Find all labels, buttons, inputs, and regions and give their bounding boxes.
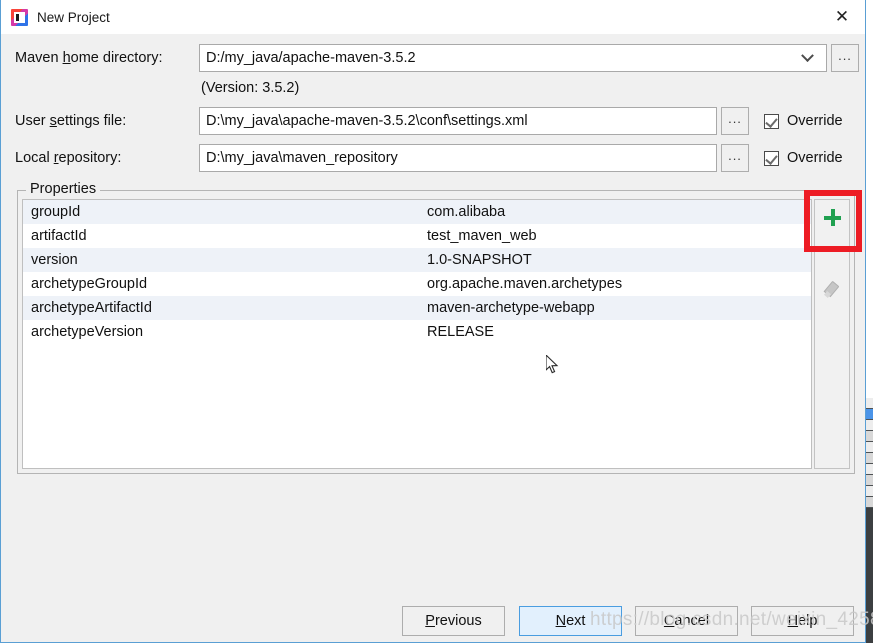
property-key: archetypeVersion xyxy=(31,324,144,340)
add-property-button[interactable] xyxy=(815,200,849,234)
chevron-down-icon[interactable] xyxy=(794,45,820,71)
local-repository-label: Local repository: xyxy=(15,150,122,166)
local-repository-override-label: Override xyxy=(787,150,843,166)
properties-toolbar xyxy=(814,199,850,469)
maven-home-value: D:/my_java/apache-maven-3.5.2 xyxy=(206,50,416,66)
background-row xyxy=(865,464,873,475)
user-settings-override-checkbox[interactable]: Override xyxy=(764,113,843,129)
edit-property-button[interactable] xyxy=(815,272,849,306)
local-repository-value: D:\my_java\maven_repository xyxy=(206,150,398,166)
background-row xyxy=(865,409,873,420)
maven-version-note: (Version: 3.5.2) xyxy=(201,80,300,96)
table-row[interactable]: groupId com.alibaba xyxy=(23,200,811,224)
properties-table[interactable]: groupId com.alibaba artifactId test_mave… xyxy=(22,199,812,469)
properties-legend: Properties xyxy=(26,181,101,197)
user-settings-input[interactable]: D:\my_java\apache-maven-3.5.2\conf\setti… xyxy=(199,107,717,135)
checkbox-checked-icon[interactable] xyxy=(764,150,779,166)
property-value: test_maven_web xyxy=(427,228,537,244)
local-repository-label-row: Local repository: xyxy=(15,144,121,172)
user-settings-label-row: User settings file: xyxy=(15,107,126,135)
next-button-label: Next xyxy=(555,613,586,629)
table-row[interactable]: archetypeVersion RELEASE xyxy=(23,320,811,344)
property-value: org.apache.maven.archetypes xyxy=(427,276,623,292)
table-row[interactable]: archetypeArtifactId maven-archetype-weba… xyxy=(23,296,811,320)
title-bar: New Project ✕ xyxy=(1,0,865,34)
previous-button-label: Previous xyxy=(425,613,482,629)
mouse-cursor xyxy=(546,355,559,374)
property-value: RELEASE xyxy=(427,324,494,340)
maven-home-label: Maven home directory: xyxy=(15,50,163,66)
plus-icon xyxy=(823,208,841,226)
window-title: New Project xyxy=(37,9,110,25)
previous-button[interactable]: Previous xyxy=(402,606,505,636)
background-row xyxy=(865,420,873,431)
pencil-icon xyxy=(824,281,840,297)
checkbox-checked-icon[interactable] xyxy=(764,113,779,129)
background-row xyxy=(865,398,873,409)
maven-home-browse-button[interactable]: ... xyxy=(831,44,859,72)
background-row xyxy=(865,453,873,464)
property-value: 1.0-SNAPSHOT xyxy=(427,252,532,268)
close-icon[interactable]: ✕ xyxy=(819,0,865,34)
property-value: com.alibaba xyxy=(427,204,506,220)
property-key: archetypeGroupId xyxy=(31,276,148,292)
local-repository-input[interactable]: D:\my_java\maven_repository xyxy=(199,144,717,172)
maven-home-combobox[interactable]: D:/my_java/apache-maven-3.5.2 xyxy=(199,44,827,72)
user-settings-label: User settings file: xyxy=(15,113,127,129)
property-key: artifactId xyxy=(31,228,87,244)
background-row xyxy=(865,442,873,453)
property-key: groupId xyxy=(31,204,81,220)
maven-home-label-row: Maven home directory: xyxy=(15,44,163,72)
table-row[interactable]: artifactId test_maven_web xyxy=(23,224,811,248)
background-row xyxy=(865,486,873,497)
property-key: version xyxy=(31,252,78,268)
local-repository-override-checkbox[interactable]: Override xyxy=(764,150,843,166)
user-settings-override-label: Override xyxy=(787,113,843,129)
background-row xyxy=(865,497,873,508)
local-repository-browse-button[interactable]: ... xyxy=(721,144,749,172)
watermark-text: https://blog.csdn.net/weixin_42587413 xyxy=(590,609,873,630)
background-row xyxy=(865,475,873,486)
property-key: archetypeArtifactId xyxy=(31,300,152,316)
table-row[interactable]: archetypeGroupId org.apache.maven.archet… xyxy=(23,272,811,296)
new-project-dialog: New Project ✕ Maven home directory: D:/m… xyxy=(0,0,866,643)
property-value: maven-archetype-webapp xyxy=(427,300,595,316)
user-settings-browse-button[interactable]: ... xyxy=(721,107,749,135)
user-settings-value: D:\my_java\apache-maven-3.5.2\conf\setti… xyxy=(206,113,528,129)
background-row xyxy=(865,431,873,442)
properties-group: Properties groupId com.alibaba artifactI… xyxy=(17,181,855,474)
table-row[interactable]: version 1.0-SNAPSHOT xyxy=(23,248,811,272)
intellij-idea-icon xyxy=(11,8,28,26)
